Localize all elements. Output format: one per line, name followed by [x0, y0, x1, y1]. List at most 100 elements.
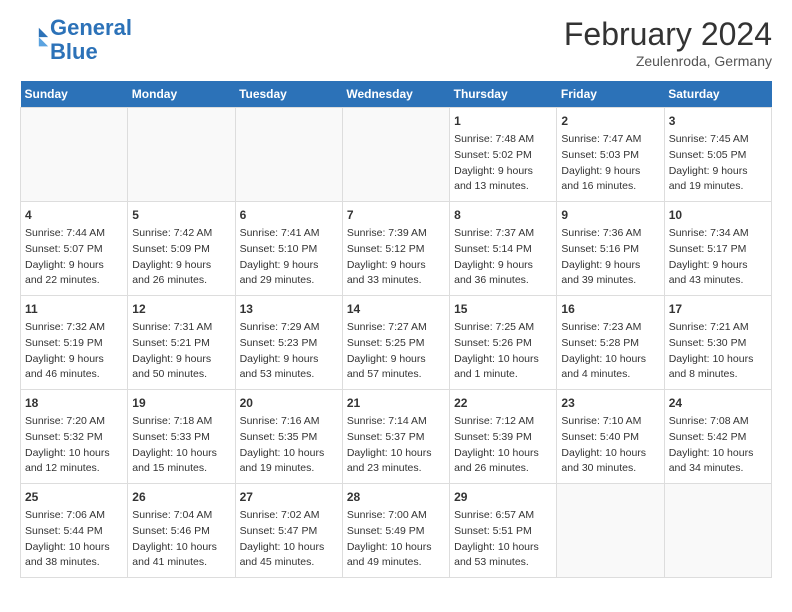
day-info: Sunrise: 7:25 AM Sunset: 5:26 PM Dayligh…: [454, 320, 552, 383]
calendar-cell: 13 Sunrise: 7:29 AM Sunset: 5:23 PM Dayli…: [235, 296, 342, 390]
calendar-cell: 11 Sunrise: 7:32 AM Sunset: 5:19 PM Dayli…: [21, 296, 128, 390]
day-info: Sunrise: 7:48 AM Sunset: 5:02 PM Dayligh…: [454, 132, 552, 195]
calendar-cell: [557, 484, 664, 578]
day-number: 27: [240, 488, 338, 506]
day-number: 4: [25, 206, 123, 224]
calendar-cell: 20 Sunrise: 7:16 AM Sunset: 5:35 PM Dayli…: [235, 390, 342, 484]
calendar-cell: 2 Sunrise: 7:47 AM Sunset: 5:03 PM Daylig…: [557, 108, 664, 202]
calendar-cell: 28 Sunrise: 7:00 AM Sunset: 5:49 PM Dayli…: [342, 484, 449, 578]
week-row-1: 4Sunrise: 7:44 AM Sunset: 5:07 PM Daylig…: [21, 202, 772, 296]
day-info: Sunrise: 7:14 AM Sunset: 5:37 PM Dayligh…: [347, 414, 445, 477]
calendar-cell: 9Sunrise: 7:36 AM Sunset: 5:16 PM Daylig…: [557, 202, 664, 296]
day-info: Sunrise: 7:00 AM Sunset: 5:49 PM Dayligh…: [347, 508, 445, 571]
page-header: General Blue February 2024 Zeulenroda, G…: [20, 16, 772, 69]
week-row-2: 11 Sunrise: 7:32 AM Sunset: 5:19 PM Dayli…: [21, 296, 772, 390]
logo: General Blue: [20, 16, 132, 64]
logo-line2: Blue: [50, 39, 98, 64]
day-info: Sunrise: 7:10 AM Sunset: 5:40 PM Dayligh…: [561, 414, 659, 477]
day-number: 8: [454, 206, 552, 224]
day-info: Sunrise: 7:08 AM Sunset: 5:42 PM Dayligh…: [669, 414, 767, 477]
calendar-cell: 17Sunrise: 7:21 AM Sunset: 5:30 PM Dayli…: [664, 296, 771, 390]
header-row: SundayMondayTuesdayWednesdayThursdayFrid…: [21, 81, 772, 108]
day-info: Sunrise: 7:02 AM Sunset: 5:47 PM Dayligh…: [240, 508, 338, 571]
calendar-cell: 5 Sunrise: 7:42 AM Sunset: 5:09 PM Daylig…: [128, 202, 235, 296]
day-number: 19: [132, 394, 230, 412]
day-info: Sunrise: 7:16 AM Sunset: 5:35 PM Dayligh…: [240, 414, 338, 477]
calendar-cell: 16 Sunrise: 7:23 AM Sunset: 5:28 PM Dayli…: [557, 296, 664, 390]
calendar-cell: [21, 108, 128, 202]
day-info: Sunrise: 7:41 AM Sunset: 5:10 PM Dayligh…: [240, 226, 338, 289]
day-info: Sunrise: 7:29 AM Sunset: 5:23 PM Dayligh…: [240, 320, 338, 383]
calendar-cell: 1 Sunrise: 7:48 AM Sunset: 5:02 PM Daylig…: [450, 108, 557, 202]
calendar-cell: 21 Sunrise: 7:14 AM Sunset: 5:37 PM Dayli…: [342, 390, 449, 484]
day-info: Sunrise: 7:47 AM Sunset: 5:03 PM Dayligh…: [561, 132, 659, 195]
day-info: Sunrise: 6:57 AM Sunset: 5:51 PM Dayligh…: [454, 508, 552, 571]
day-number: 18: [25, 394, 123, 412]
day-info: Sunrise: 7:04 AM Sunset: 5:46 PM Dayligh…: [132, 508, 230, 571]
calendar-cell: [664, 484, 771, 578]
header-wednesday: Wednesday: [342, 81, 449, 108]
calendar-cell: [342, 108, 449, 202]
day-number: 7: [347, 206, 445, 224]
calendar-cell: 10 Sunrise: 7:34 AM Sunset: 5:17 PM Dayli…: [664, 202, 771, 296]
day-info: Sunrise: 7:20 AM Sunset: 5:32 PM Dayligh…: [25, 414, 123, 477]
day-number: 11: [25, 300, 123, 318]
logo-line1: General: [50, 15, 132, 40]
week-row-3: 18 Sunrise: 7:20 AM Sunset: 5:32 PM Dayli…: [21, 390, 772, 484]
day-number: 10: [669, 206, 767, 224]
day-number: 22: [454, 394, 552, 412]
header-monday: Monday: [128, 81, 235, 108]
calendar-body: 1 Sunrise: 7:48 AM Sunset: 5:02 PM Daylig…: [21, 108, 772, 578]
day-number: 9: [561, 206, 659, 224]
calendar-cell: 7 Sunrise: 7:39 AM Sunset: 5:12 PM Daylig…: [342, 202, 449, 296]
calendar-cell: 18 Sunrise: 7:20 AM Sunset: 5:32 PM Dayli…: [21, 390, 128, 484]
day-number: 16: [561, 300, 659, 318]
calendar-cell: 23 Sunrise: 7:10 AM Sunset: 5:40 PM Dayli…: [557, 390, 664, 484]
calendar-cell: 15 Sunrise: 7:25 AM Sunset: 5:26 PM Dayli…: [450, 296, 557, 390]
day-number: 29: [454, 488, 552, 506]
day-info: Sunrise: 7:45 AM Sunset: 5:05 PM Dayligh…: [669, 132, 767, 195]
day-number: 13: [240, 300, 338, 318]
day-number: 28: [347, 488, 445, 506]
day-number: 2: [561, 112, 659, 130]
day-info: Sunrise: 7:42 AM Sunset: 5:09 PM Dayligh…: [132, 226, 230, 289]
day-number: 5: [132, 206, 230, 224]
calendar-cell: [128, 108, 235, 202]
day-number: 12: [132, 300, 230, 318]
calendar-cell: 29 Sunrise: 6:57 AM Sunset: 5:51 PM Dayli…: [450, 484, 557, 578]
calendar-header: SundayMondayTuesdayWednesdayThursdayFrid…: [21, 81, 772, 108]
calendar-cell: 14Sunrise: 7:27 AM Sunset: 5:25 PM Dayli…: [342, 296, 449, 390]
day-info: Sunrise: 7:31 AM Sunset: 5:21 PM Dayligh…: [132, 320, 230, 383]
logo-text: General Blue: [50, 16, 132, 64]
day-info: Sunrise: 7:34 AM Sunset: 5:17 PM Dayligh…: [669, 226, 767, 289]
calendar-cell: 6Sunrise: 7:41 AM Sunset: 5:10 PM Daylig…: [235, 202, 342, 296]
calendar-cell: 25Sunrise: 7:06 AM Sunset: 5:44 PM Dayli…: [21, 484, 128, 578]
calendar-cell: 12 Sunrise: 7:31 AM Sunset: 5:21 PM Dayli…: [128, 296, 235, 390]
page-subtitle: Zeulenroda, Germany: [564, 53, 772, 69]
day-number: 15: [454, 300, 552, 318]
header-saturday: Saturday: [664, 81, 771, 108]
calendar-cell: [235, 108, 342, 202]
day-info: Sunrise: 7:39 AM Sunset: 5:12 PM Dayligh…: [347, 226, 445, 289]
day-number: 20: [240, 394, 338, 412]
calendar-cell: 26 Sunrise: 7:04 AM Sunset: 5:46 PM Dayli…: [128, 484, 235, 578]
header-friday: Friday: [557, 81, 664, 108]
day-number: 25: [25, 488, 123, 506]
day-number: 21: [347, 394, 445, 412]
day-info: Sunrise: 7:32 AM Sunset: 5:19 PM Dayligh…: [25, 320, 123, 383]
day-info: Sunrise: 7:18 AM Sunset: 5:33 PM Dayligh…: [132, 414, 230, 477]
week-row-0: 1 Sunrise: 7:48 AM Sunset: 5:02 PM Daylig…: [21, 108, 772, 202]
calendar-cell: 3Sunrise: 7:45 AM Sunset: 5:05 PM Daylig…: [664, 108, 771, 202]
day-number: 1: [454, 112, 552, 130]
day-info: Sunrise: 7:21 AM Sunset: 5:30 PM Dayligh…: [669, 320, 767, 383]
week-row-4: 25Sunrise: 7:06 AM Sunset: 5:44 PM Dayli…: [21, 484, 772, 578]
page-title: February 2024: [564, 16, 772, 53]
day-number: 26: [132, 488, 230, 506]
header-sunday: Sunday: [21, 81, 128, 108]
day-info: Sunrise: 7:27 AM Sunset: 5:25 PM Dayligh…: [347, 320, 445, 383]
day-info: Sunrise: 7:23 AM Sunset: 5:28 PM Dayligh…: [561, 320, 659, 383]
calendar-cell: 19 Sunrise: 7:18 AM Sunset: 5:33 PM Dayli…: [128, 390, 235, 484]
day-number: 23: [561, 394, 659, 412]
day-info: Sunrise: 7:37 AM Sunset: 5:14 PM Dayligh…: [454, 226, 552, 289]
day-number: 24: [669, 394, 767, 412]
